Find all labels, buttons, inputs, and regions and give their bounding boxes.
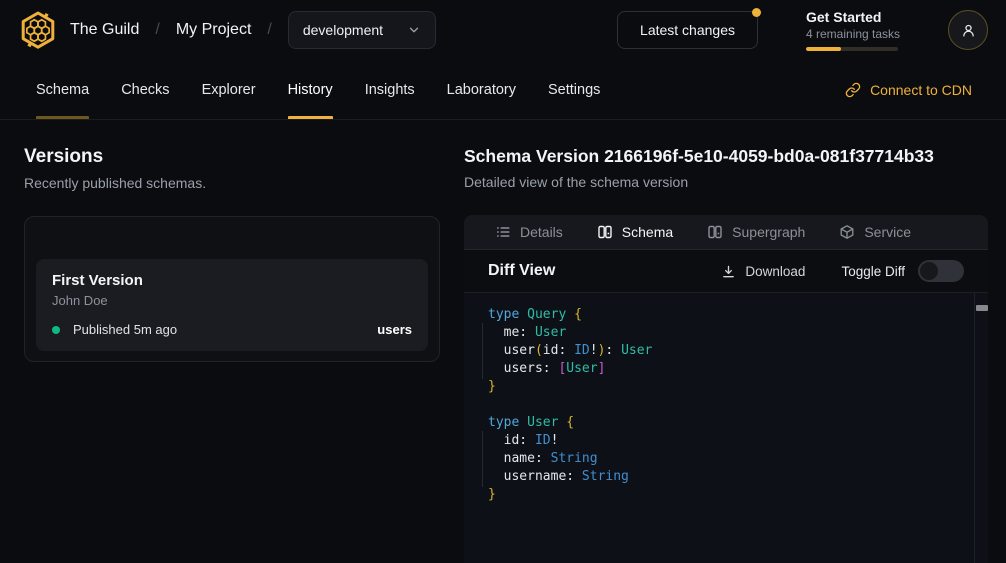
tab-service[interactable]: Service [839, 224, 911, 240]
version-name: First Version [52, 272, 412, 289]
nav-tab-label: Checks [121, 82, 169, 98]
breadcrumb-project[interactable]: My Project [176, 21, 252, 39]
cube-icon [839, 224, 855, 240]
breadcrumb-separator: / [267, 21, 271, 39]
nav-tab-laboratory[interactable]: Laboratory [447, 60, 516, 119]
schema-code-viewer: type Query { me: User user(id: ID!): Use… [464, 293, 988, 563]
tab-details[interactable]: Details [495, 224, 563, 240]
version-status: Published 5m ago [73, 322, 177, 337]
connect-cdn-label: Connect to CDN [870, 82, 972, 98]
main-nav: Schema Checks Explorer History Insights … [0, 60, 1006, 120]
breadcrumb-org[interactable]: The Guild [70, 21, 139, 39]
versions-subtitle: Recently published schemas. [24, 175, 440, 191]
nav-tab-label: Explorer [202, 82, 256, 98]
nav-tab-label: Insights [365, 82, 415, 98]
nav-tab-explorer[interactable]: Explorer [202, 60, 256, 119]
toggle-diff-label: Toggle Diff [841, 264, 905, 279]
nav-tab-schema[interactable]: Schema [36, 60, 89, 119]
breadcrumb-separator: / [155, 21, 159, 39]
schema-version-title: Schema Version 2166196f-5e10-4059-bd0a-0… [464, 146, 988, 167]
versions-list-card: First Version John Doe Published 5m ago … [24, 216, 440, 362]
schema-version-subtitle: Detailed view of the schema version [464, 174, 988, 190]
list-icon [495, 224, 511, 240]
get-started-widget[interactable]: Get Started 4 remaining tasks [806, 9, 902, 51]
nav-tab-settings[interactable]: Settings [548, 60, 600, 119]
top-header: The Guild / My Project / development Lat… [0, 0, 1006, 60]
nav-tab-label: Schema [36, 82, 89, 98]
download-icon [721, 264, 736, 279]
nav-tab-label: Laboratory [447, 82, 516, 98]
main-content: Versions Recently published schemas. Fir… [0, 120, 1006, 563]
published-status-dot [52, 326, 60, 334]
notification-dot [752, 8, 761, 17]
download-label: Download [745, 264, 805, 279]
get-started-progress-track [806, 47, 898, 51]
service-badge: users [377, 322, 412, 337]
tab-underline [36, 116, 89, 119]
schema-code: type Query { me: User user(id: ID!): Use… [464, 293, 988, 517]
columns-icon [707, 224, 723, 240]
latest-changes-label: Latest changes [640, 22, 735, 38]
version-detail-column: Schema Version 2166196f-5e10-4059-bd0a-0… [464, 146, 988, 563]
toggle-diff-switch[interactable] [918, 260, 964, 282]
app-window: The Guild / My Project / development Lat… [0, 0, 1006, 563]
detail-tab-bar: Details Schema Supergraph Service [464, 215, 988, 250]
connect-to-cdn-button[interactable]: Connect to CDN [845, 60, 972, 119]
target-selector-value: development [303, 22, 383, 38]
tab-label: Schema [622, 224, 673, 240]
get-started-title: Get Started [806, 9, 902, 25]
nav-tab-insights[interactable]: Insights [365, 60, 415, 119]
nav-tab-checks[interactable]: Checks [121, 60, 169, 119]
user-menu-button[interactable] [948, 10, 988, 50]
version-meta-row: Published 5m ago users [52, 322, 412, 337]
chevron-down-icon [407, 23, 421, 37]
nav-tab-history[interactable]: History [288, 60, 333, 119]
diff-view-header: Diff View Download Toggle Diff [464, 250, 988, 293]
download-button[interactable]: Download [721, 264, 805, 279]
tab-underline [288, 116, 333, 119]
progress-fill [806, 47, 841, 51]
columns-icon [597, 224, 613, 240]
version-list-item[interactable]: First Version John Doe Published 5m ago … [36, 259, 428, 351]
code-scrollbar-thumb[interactable] [976, 305, 988, 311]
version-detail-panel: Details Schema Supergraph Service [464, 215, 988, 563]
versions-title: Versions [24, 146, 440, 168]
get-started-tasks: 4 remaining tasks [806, 27, 902, 41]
user-icon [960, 22, 977, 39]
diff-actions: Download Toggle Diff [721, 260, 964, 282]
link-icon [845, 82, 861, 98]
tab-supergraph[interactable]: Supergraph [707, 224, 805, 240]
version-author: John Doe [52, 293, 412, 308]
tab-label: Service [864, 224, 911, 240]
target-selector-dropdown[interactable]: development [288, 11, 436, 49]
nav-tab-label: Settings [548, 82, 600, 98]
tab-schema[interactable]: Schema [597, 224, 673, 240]
switch-knob [920, 262, 938, 280]
diff-view-title: Diff View [488, 262, 555, 280]
nav-tab-label: History [288, 82, 333, 98]
tab-label: Details [520, 224, 563, 240]
code-scrollbar-track[interactable] [974, 293, 988, 563]
breadcrumb: The Guild / My Project / [70, 21, 288, 39]
versions-column: Versions Recently published schemas. Fir… [24, 146, 440, 563]
hive-logo-icon[interactable] [18, 10, 58, 50]
tab-label: Supergraph [732, 224, 805, 240]
latest-changes-button[interactable]: Latest changes [617, 11, 758, 49]
